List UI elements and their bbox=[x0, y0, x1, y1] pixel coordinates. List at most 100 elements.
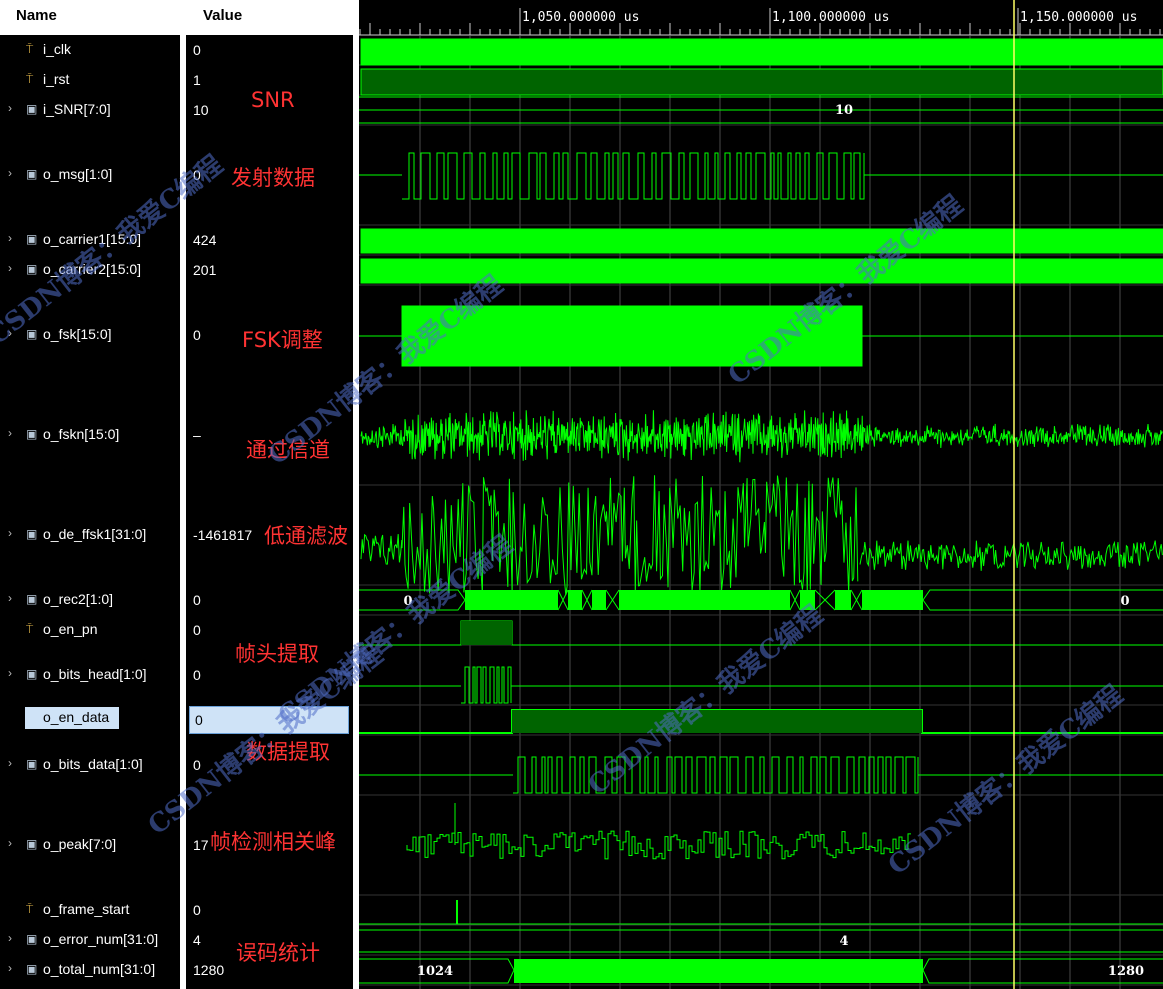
signal-value: 201 bbox=[193, 262, 217, 278]
bits-data-wave bbox=[513, 756, 919, 794]
msg-wave bbox=[402, 152, 865, 200]
expand-chevron-icon[interactable]: › bbox=[8, 426, 12, 440]
clk-wave bbox=[360, 38, 1163, 66]
snr-bus-label: 10 bbox=[835, 103, 853, 118]
expand-chevron-icon[interactable]: › bbox=[8, 101, 12, 115]
rec2-transition bbox=[557, 589, 569, 611]
expand-chevron-icon[interactable]: › bbox=[8, 756, 12, 770]
signal-row[interactable]: ⍑ i_rst bbox=[0, 70, 180, 92]
annotation-snr: SNR bbox=[251, 88, 295, 112]
total-num-left-label: 1024 bbox=[417, 964, 453, 979]
annotation-ber: 误码统计 bbox=[236, 941, 320, 965]
rec2-transition bbox=[814, 589, 836, 611]
expand-chevron-icon[interactable]: › bbox=[8, 526, 12, 540]
expand-chevron-icon[interactable]: › bbox=[8, 166, 12, 180]
signal-name[interactable]: o_rec2[1:0] bbox=[43, 591, 113, 607]
rec2-segment bbox=[862, 590, 923, 610]
expand-chevron-icon[interactable]: › bbox=[8, 666, 12, 680]
expand-chevron-icon[interactable]: › bbox=[8, 231, 12, 245]
signal-name[interactable]: o_fsk[15:0] bbox=[43, 326, 112, 342]
annotation-lpf: 低通滤波 bbox=[264, 524, 348, 548]
signal-row[interactable]: ⍑ i_clk bbox=[0, 40, 180, 62]
bus-signal-icon: ▣ bbox=[26, 932, 38, 946]
rec2-segment bbox=[465, 590, 558, 610]
en-pn-fill bbox=[461, 621, 512, 645]
expand-chevron-icon[interactable]: › bbox=[8, 961, 12, 975]
bit-signal-icon: ⍑ bbox=[26, 902, 34, 916]
time-label: 1,150.000000 us bbox=[1020, 10, 1137, 25]
signal-name[interactable]: o_frame_start bbox=[43, 901, 129, 917]
annotation-fsk: FSK调整 bbox=[242, 328, 323, 352]
signal-row[interactable]: › ▣ o_peak[7:0] bbox=[0, 835, 180, 857]
signal-row[interactable]: ⍑ o_en_pn bbox=[0, 620, 180, 642]
frame-start-pulse bbox=[456, 900, 458, 924]
signal-name[interactable]: o_total_num[31:0] bbox=[43, 961, 155, 977]
signal-row[interactable]: › ▣ o_fskn[15:0] bbox=[0, 425, 180, 447]
time-label: 1,050.000000 us bbox=[522, 10, 639, 25]
bus-signal-icon: ▣ bbox=[26, 667, 38, 681]
signal-name[interactable]: o_fskn[15:0] bbox=[43, 426, 119, 442]
rec2-segment bbox=[592, 590, 606, 610]
bus-signal-icon: ▣ bbox=[26, 837, 38, 851]
name-column-header[interactable]: Name bbox=[0, 0, 180, 35]
signal-name[interactable]: i_clk bbox=[43, 41, 71, 57]
signal-name[interactable]: i_SNR[7:0] bbox=[43, 101, 111, 117]
signal-value: 0 bbox=[193, 902, 201, 918]
signal-value: 424 bbox=[193, 232, 217, 248]
signal-row[interactable]: o_en_data bbox=[0, 707, 180, 732]
signal-name[interactable]: o_de_ffsk1[31:0] bbox=[43, 526, 146, 542]
signal-row[interactable]: › ▣ o_error_num[31:0] bbox=[0, 930, 180, 952]
rec2-segment bbox=[619, 590, 790, 610]
signal-name[interactable]: o_en_data bbox=[25, 707, 120, 729]
signal-row[interactable]: › ▣ o_total_num[31:0] bbox=[0, 960, 180, 982]
expand-chevron-icon[interactable]: › bbox=[8, 836, 12, 850]
rec2-transition bbox=[850, 589, 863, 611]
value-column-header[interactable]: Value bbox=[186, 0, 354, 35]
expand-chevron-icon[interactable]: › bbox=[8, 591, 12, 605]
signal-name[interactable]: o_msg[1:0] bbox=[43, 166, 112, 182]
expand-chevron-icon[interactable]: › bbox=[8, 931, 12, 945]
annotation-frame-head: 帧头提取 bbox=[235, 642, 319, 666]
bus-signal-icon: ▣ bbox=[26, 427, 38, 441]
signal-row[interactable]: › ▣ o_bits_head[1:0] bbox=[0, 665, 180, 687]
signal-row[interactable]: › ▣ i_SNR[7:0] bbox=[0, 100, 180, 122]
signal-row[interactable]: › ▣ o_bits_data[1:0] bbox=[0, 755, 180, 777]
rec2-transition bbox=[581, 589, 593, 611]
signal-name[interactable]: o_bits_data[1:0] bbox=[43, 756, 143, 772]
bus-signal-icon: ▣ bbox=[26, 757, 38, 771]
signal-row[interactable]: ⍑ o_frame_start bbox=[0, 900, 180, 922]
bus-signal-icon: ▣ bbox=[26, 167, 38, 181]
signal-row[interactable]: › ▣ o_msg[1:0] bbox=[0, 165, 180, 187]
signal-name[interactable]: o_en_pn bbox=[43, 621, 98, 637]
signal-row[interactable]: › ▣ o_de_ffsk1[31:0] bbox=[0, 525, 180, 547]
rec2-right-label: 0 bbox=[1120, 594, 1129, 609]
fskn-active bbox=[401, 410, 864, 463]
bit-signal-icon: ⍑ bbox=[26, 622, 34, 636]
rst-wave bbox=[360, 68, 1163, 96]
signal-name[interactable]: i_rst bbox=[43, 71, 69, 87]
bus-signal-icon: ▣ bbox=[26, 232, 38, 246]
time-label: 1,100.000000 us bbox=[772, 10, 889, 25]
expand-chevron-icon[interactable]: › bbox=[8, 261, 12, 275]
signal-value: 0 bbox=[193, 592, 201, 608]
de-ffsk1-pre bbox=[360, 533, 403, 565]
signal-name[interactable]: o_bits_head[1:0] bbox=[43, 666, 147, 682]
column-splitter[interactable] bbox=[180, 0, 186, 989]
signal-row[interactable]: › ▣ o_rec2[1:0] bbox=[0, 590, 180, 612]
signal-name[interactable]: o_peak[7:0] bbox=[43, 836, 116, 852]
bus-signal-icon: ▣ bbox=[26, 527, 38, 541]
bus-signal-icon: ▣ bbox=[26, 962, 38, 976]
total-num-right-label: 1280 bbox=[1108, 964, 1144, 979]
bus-signal-icon: ▣ bbox=[26, 262, 38, 276]
error-num-bus bbox=[359, 929, 1163, 953]
carrier1-wave bbox=[360, 228, 1163, 254]
waveform-canvas[interactable]: 1,050.000000 us 1,100.000000 us 1,150.0000… bbox=[359, 0, 1163, 989]
rec2-transition bbox=[605, 589, 620, 611]
signal-name[interactable]: o_error_num[31:0] bbox=[43, 931, 158, 947]
rec2-segment bbox=[568, 590, 582, 610]
fskn-post bbox=[863, 423, 1163, 449]
annotation-msg: 发射数据 bbox=[231, 166, 315, 190]
annotation-peak: 帧检测相关峰 bbox=[210, 830, 336, 854]
bus-signal-icon: ▣ bbox=[26, 592, 38, 606]
en-data-fill bbox=[512, 710, 922, 733]
